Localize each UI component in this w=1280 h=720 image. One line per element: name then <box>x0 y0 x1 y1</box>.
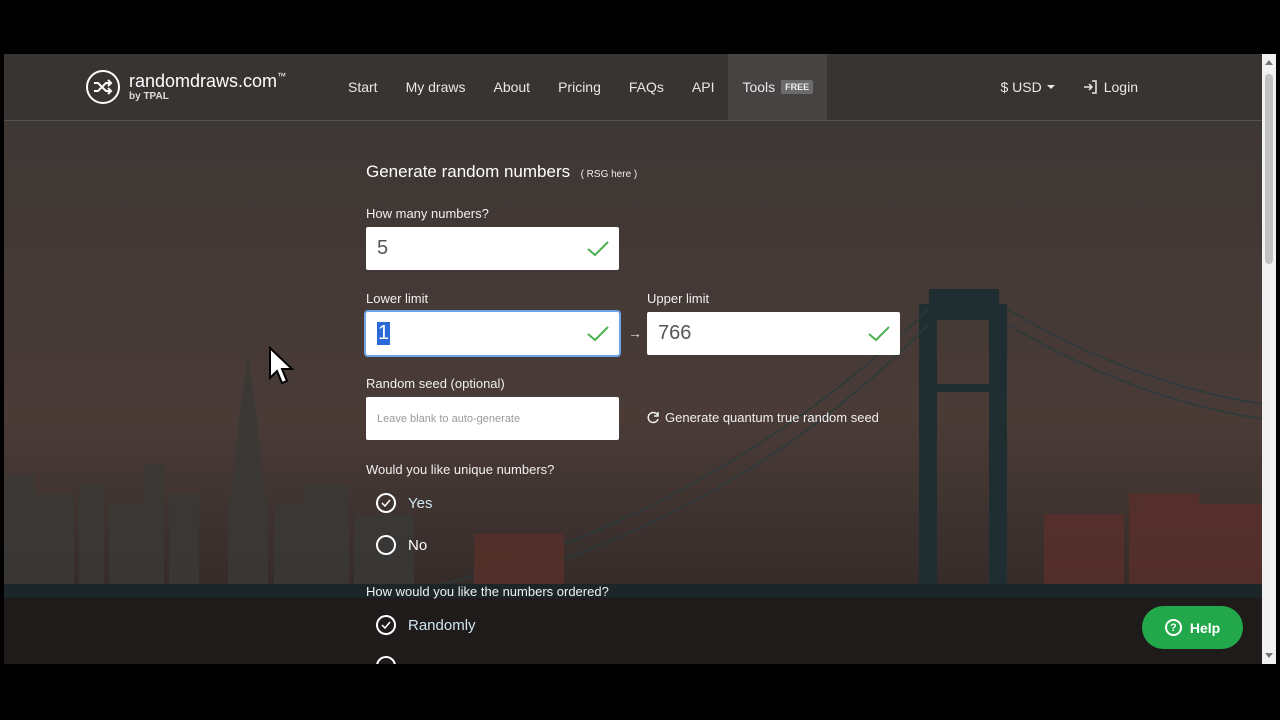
browser-viewport: randomdraws.com™ by TPAL Start My draws … <box>4 54 1262 664</box>
help-label: Help <box>1189 619 1221 636</box>
login-label: Login <box>1103 79 1138 95</box>
vertical-scrollbar[interactable] <box>1262 54 1276 664</box>
seed-label: Random seed (optional) <box>366 376 505 391</box>
lower-limit-label: Lower limit <box>366 291 429 306</box>
order-next-radio-partial[interactable] <box>376 656 396 664</box>
how-many-label: How many numbers? <box>366 206 489 221</box>
check-circle-icon <box>376 615 396 635</box>
how-many-input[interactable]: 5 <box>366 227 619 270</box>
quantum-label: Generate quantum true random seed <box>665 410 879 425</box>
city-bridge-background <box>4 54 1262 664</box>
unique-no-radio[interactable]: No <box>376 535 427 555</box>
logo-trademark: ™ <box>277 71 287 81</box>
check-icon <box>868 325 890 341</box>
mouse-cursor-icon <box>269 346 294 385</box>
shuffle-icon <box>86 70 120 104</box>
lower-limit-input[interactable]: 1 <box>366 312 619 355</box>
nav-link-faqs[interactable]: FAQs <box>615 54 678 120</box>
nav-link-my-draws[interactable]: My draws <box>392 54 480 120</box>
check-icon <box>587 240 609 256</box>
nav-links: Start My draws About Pricing FAQs API To… <box>334 54 828 120</box>
how-many-value: 5 <box>377 237 389 259</box>
seed-placeholder: Leave blank to auto-generate <box>377 412 521 425</box>
nav-link-pricing[interactable]: Pricing <box>544 54 615 120</box>
question-icon: ? <box>1164 619 1182 636</box>
lower-limit-value: 1 <box>377 322 391 345</box>
nav-link-start[interactable]: Start <box>334 54 392 120</box>
currency-label: $ USD <box>1000 79 1042 95</box>
nav-link-about[interactable]: About <box>479 54 544 120</box>
unique-yes-radio[interactable]: Yes <box>376 493 432 513</box>
refresh-icon <box>647 411 659 424</box>
caret-down-icon <box>1046 85 1055 89</box>
order-randomly-label: Randomly <box>408 616 476 634</box>
scroll-down-icon[interactable] <box>1265 653 1273 658</box>
arrow-right-icon: → <box>628 325 642 341</box>
currency-dropdown[interactable]: $ USD <box>1001 79 1055 95</box>
rsg-link[interactable]: ( RSG here ) <box>581 169 638 180</box>
seed-input[interactable]: Leave blank to auto-generate <box>366 397 619 440</box>
check-icon <box>587 325 609 341</box>
site-logo[interactable]: randomdraws.com™ by TPAL <box>86 70 286 104</box>
scroll-up-icon[interactable] <box>1265 60 1273 65</box>
nav-link-tools[interactable]: Tools FREE <box>728 54 828 120</box>
logo-name: randomdraws.com <box>129 71 278 91</box>
upper-limit-input[interactable]: 766 <box>647 312 900 355</box>
upper-limit-value: 766 <box>658 322 692 344</box>
nav-link-api[interactable]: API <box>678 54 729 120</box>
empty-circle-icon <box>376 656 396 664</box>
check-circle-icon <box>376 493 396 513</box>
top-navbar: randomdraws.com™ by TPAL Start My draws … <box>4 54 1262 121</box>
login-link[interactable]: Login <box>1083 79 1138 95</box>
unique-no-label: No <box>408 536 428 554</box>
free-badge: FREE <box>781 80 814 94</box>
upper-limit-label: Upper limit <box>647 291 710 306</box>
empty-circle-icon <box>376 535 396 555</box>
logo-byline: by TPAL <box>129 91 169 102</box>
order-question: How would you like the numbers ordered? <box>366 584 609 599</box>
quantum-seed-button[interactable]: Generate quantum true random seed <box>647 410 879 425</box>
help-button[interactable]: ? Help <box>1142 606 1243 649</box>
order-randomly-radio[interactable]: Randomly <box>376 615 476 635</box>
unique-question: Would you like unique numbers? <box>366 462 555 477</box>
login-icon <box>1083 80 1097 94</box>
form-title: Generate random numbers <box>366 162 571 181</box>
unique-yes-label: Yes <box>408 494 433 512</box>
scroll-thumb[interactable] <box>1265 74 1273 264</box>
tools-label: Tools <box>742 79 776 95</box>
